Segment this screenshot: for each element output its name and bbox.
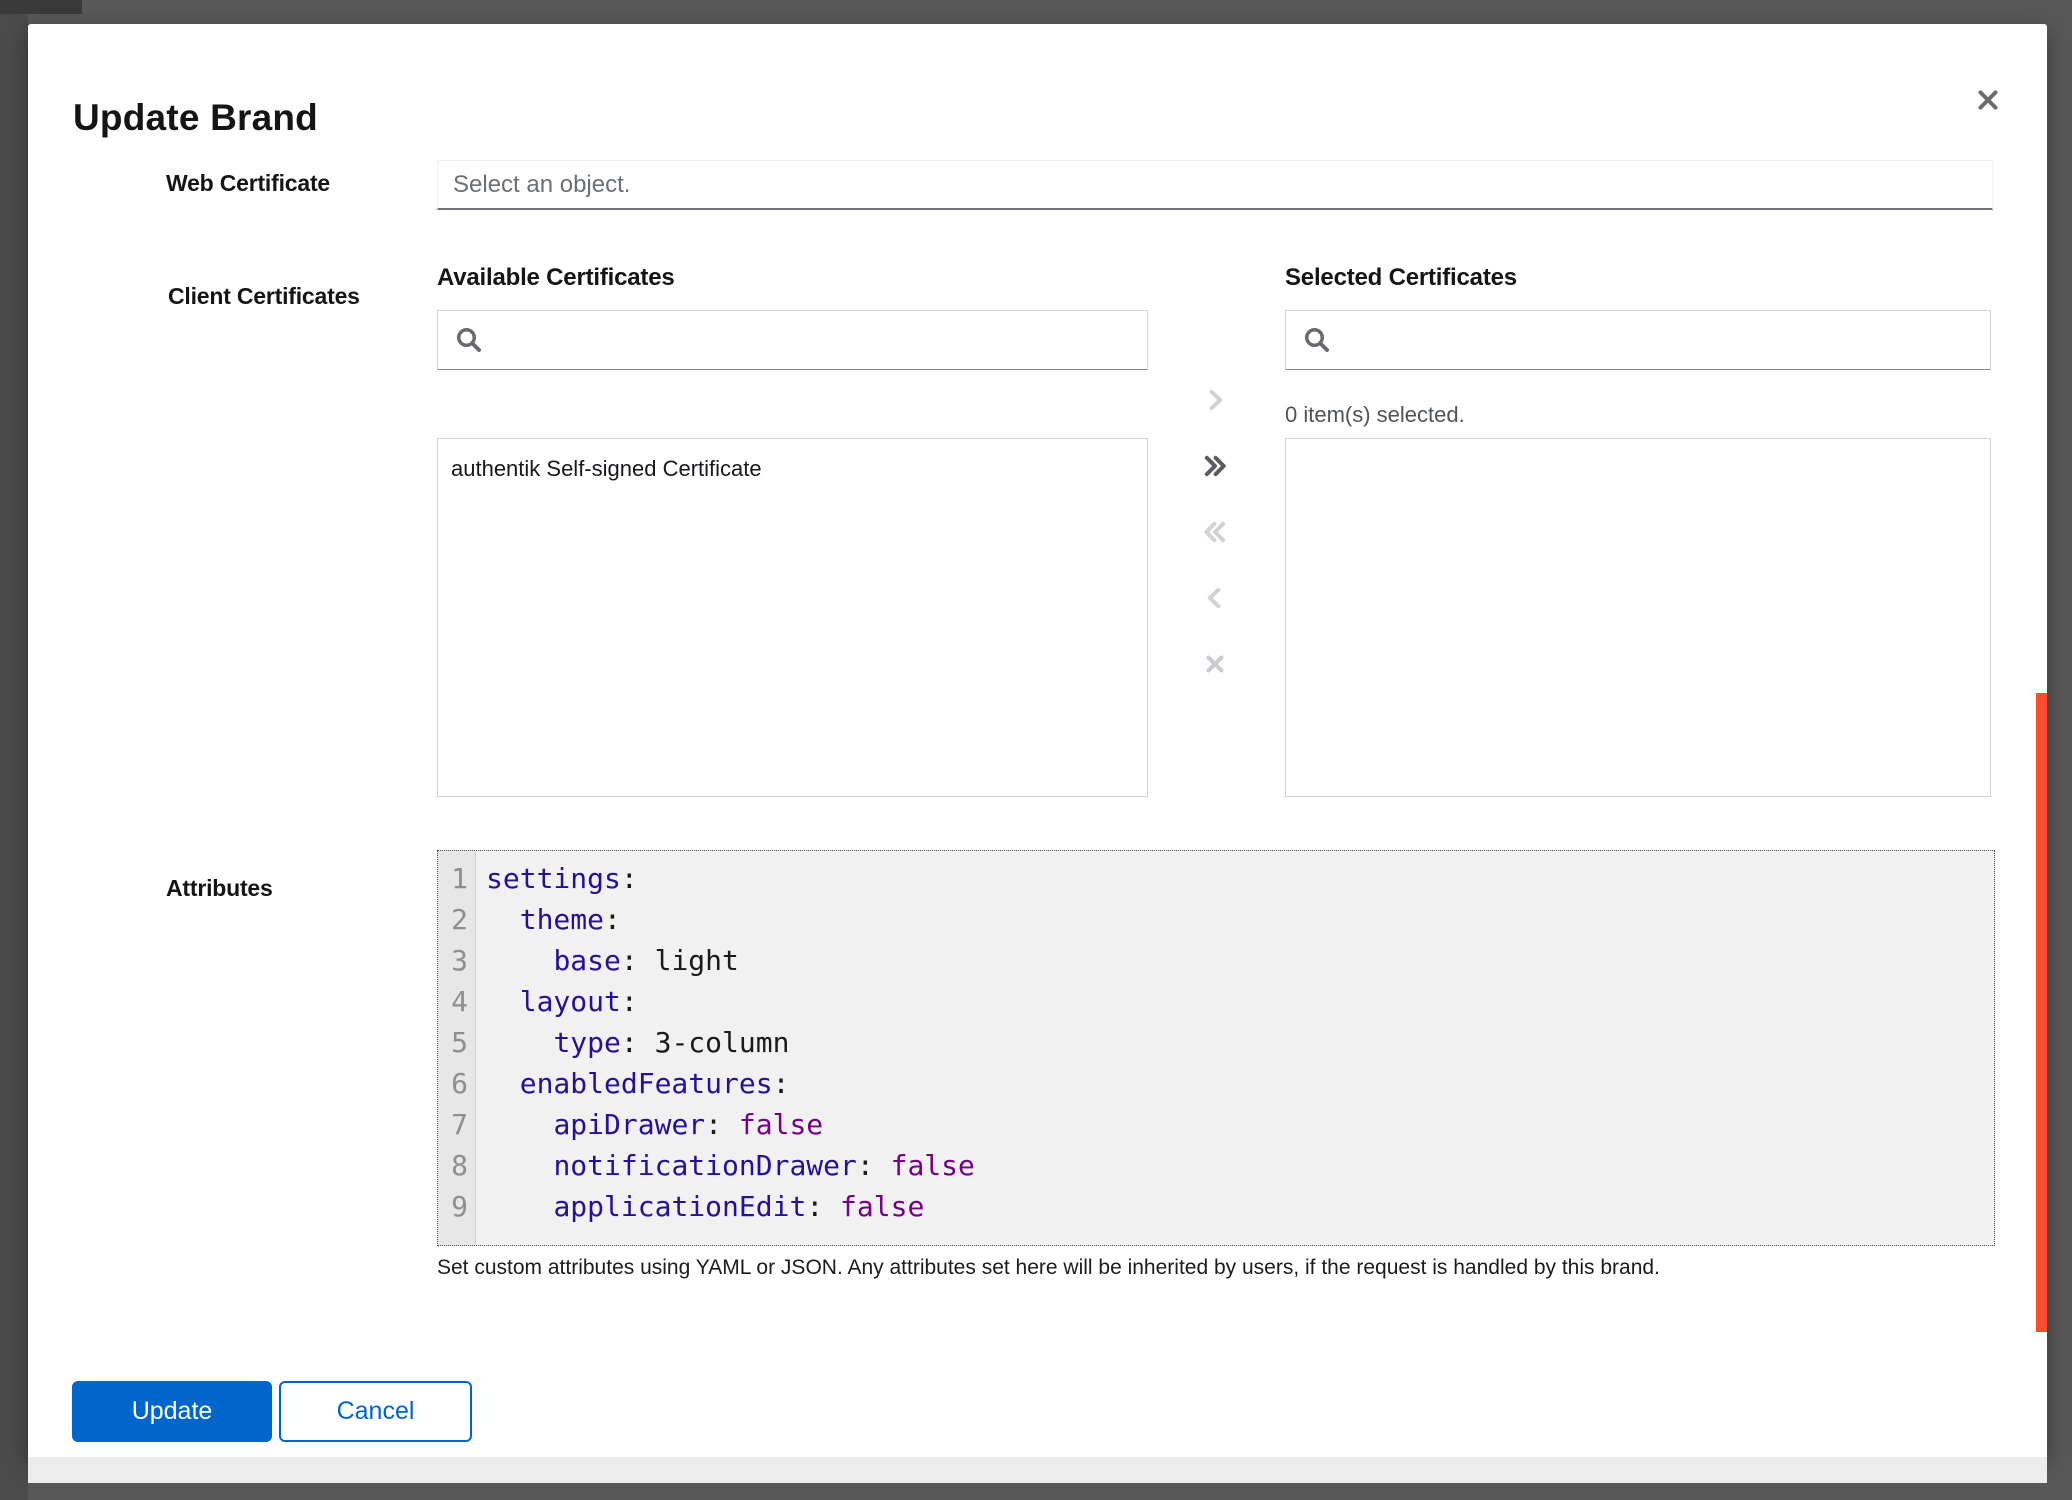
search-icon [454, 325, 484, 360]
available-certificates-list: authentik Self-signed Certificate [437, 438, 1148, 797]
code-content[interactable]: settings: theme: base: light layout: typ… [476, 851, 1994, 1245]
double-chevron-right-icon [1201, 452, 1229, 483]
remove-selected-button[interactable] [1196, 580, 1234, 618]
code-line: apiDrawer: false [486, 1104, 1994, 1145]
chevron-right-icon [1201, 386, 1229, 417]
remove-all-button[interactable] [1196, 514, 1234, 552]
code-line: base: light [486, 940, 1994, 981]
update-brand-modal: Update Brand Web Certificate Client Cert… [28, 24, 2047, 1457]
code-line: applicationEdit: false [486, 1186, 1994, 1227]
attributes-helper-text: Set custom attributes using YAML or JSON… [437, 1256, 1957, 1280]
code-line: theme: [486, 899, 1994, 940]
chevron-left-icon [1201, 584, 1229, 615]
close-icon [1975, 87, 2001, 116]
selected-certificates-list [1285, 438, 1991, 797]
code-line-numbers: 123456789 [438, 851, 476, 1245]
modal-footer-shadow [28, 1457, 2047, 1483]
clear-selection-button[interactable] [1196, 646, 1234, 684]
update-button[interactable]: Update [72, 1381, 272, 1442]
add-selected-button[interactable] [1196, 382, 1234, 420]
web-certificate-label: Web Certificate [166, 170, 330, 197]
backdrop-left-strip [0, 0, 28, 1500]
attributes-label: Attributes [166, 875, 273, 902]
selected-count-text: 0 item(s) selected. [1285, 402, 1465, 428]
available-certificates-heading: Available Certificates [437, 264, 675, 292]
backdrop-corner [0, 0, 82, 14]
available-search-input[interactable] [498, 311, 1137, 369]
code-line: enabledFeatures: [486, 1063, 1994, 1104]
certificate-list-item[interactable]: authentik Self-signed Certificate [438, 439, 1147, 496]
available-search-box [437, 310, 1148, 370]
modal-scrollbar-thumb[interactable] [2036, 693, 2047, 1332]
modal-title: Update Brand [73, 98, 318, 139]
web-certificate-select[interactable] [437, 160, 1993, 210]
code-line: settings: [486, 858, 1994, 899]
add-all-button[interactable] [1196, 448, 1234, 486]
code-line: layout: [486, 981, 1994, 1022]
selected-search-box [1285, 310, 1991, 370]
selected-certificates-heading: Selected Certificates [1285, 264, 1517, 292]
screen: Update Brand Web Certificate Client Cert… [0, 0, 2072, 1500]
cross-icon [1201, 650, 1229, 681]
attributes-code-editor[interactable]: 123456789 settings: theme: base: light l… [437, 850, 1995, 1246]
search-icon [1302, 325, 1332, 360]
close-button[interactable] [1966, 79, 2010, 123]
client-certificates-label: Client Certificates [168, 283, 360, 310]
selected-search-input[interactable] [1346, 311, 1980, 369]
code-line: notificationDrawer: false [486, 1145, 1994, 1186]
double-chevron-left-icon [1201, 518, 1229, 549]
transfer-controls [1196, 382, 1234, 684]
code-line: type: 3-column [486, 1022, 1994, 1063]
cancel-button[interactable]: Cancel [279, 1381, 472, 1442]
